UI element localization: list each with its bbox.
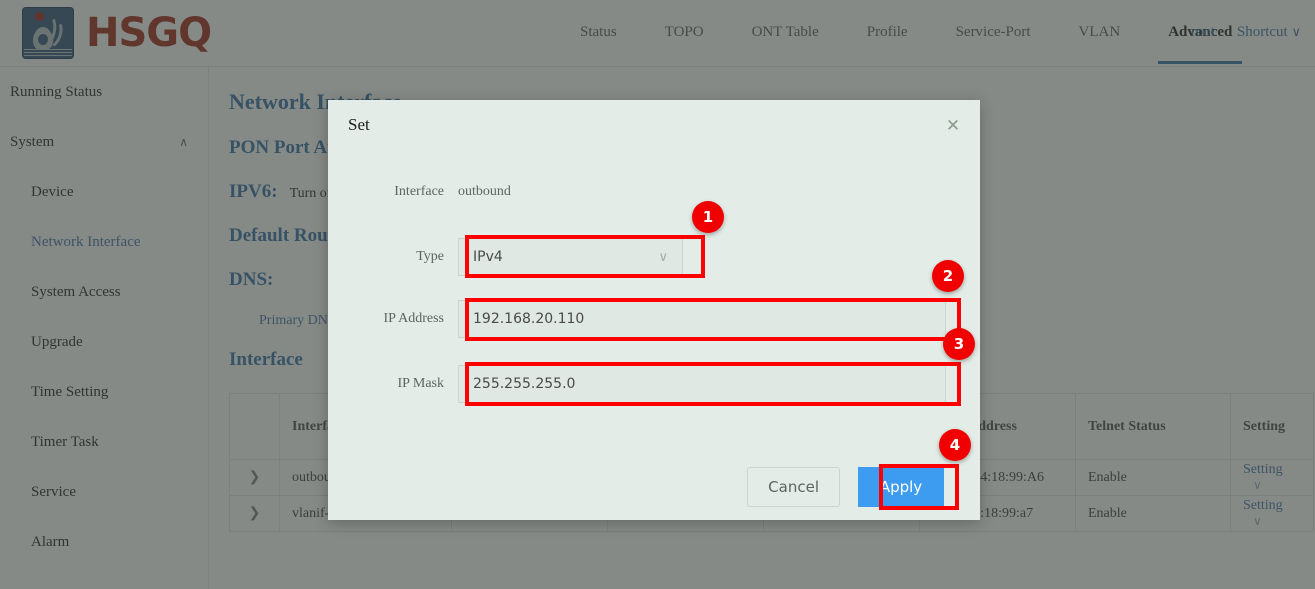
- ip-mask-value: 255.255.255.0: [473, 376, 575, 392]
- ip-mask-label: IP Mask: [328, 376, 458, 392]
- step-badge-2: 2: [932, 260, 964, 292]
- interface-value: outbound: [458, 184, 511, 200]
- field-row-interface: Interface outbound: [328, 184, 511, 200]
- apply-button[interactable]: Apply: [858, 467, 944, 507]
- cancel-button[interactable]: Cancel: [747, 467, 840, 507]
- type-select-value: IPv4: [473, 249, 503, 265]
- ip-address-label: IP Address: [328, 311, 458, 327]
- ip-mask-input[interactable]: 255.255.255.0: [458, 365, 946, 403]
- set-dialog: Set ✕ Interface outbound Type IPv4 ∨ IP …: [328, 100, 980, 520]
- type-select[interactable]: IPv4 ∨: [458, 238, 683, 276]
- dialog-footer: Cancel Apply: [747, 467, 944, 507]
- type-label: Type: [328, 249, 458, 265]
- ip-address-input[interactable]: 192.168.20.110: [458, 300, 946, 338]
- ip-address-value: 192.168.20.110: [473, 311, 584, 327]
- field-row-ip-mask: IP Mask 255.255.255.0: [328, 365, 946, 403]
- field-row-ip-address: IP Address 192.168.20.110: [328, 300, 946, 338]
- step-badge-1: 1: [692, 201, 724, 233]
- step-badge-4: 4: [939, 429, 971, 461]
- chevron-down-icon: ∨: [658, 250, 668, 265]
- dialog-title: Set: [348, 115, 370, 135]
- step-badge-3: 3: [943, 328, 975, 360]
- interface-label: Interface: [328, 184, 458, 200]
- field-row-type: Type IPv4 ∨: [328, 238, 683, 276]
- close-icon[interactable]: ✕: [942, 115, 964, 137]
